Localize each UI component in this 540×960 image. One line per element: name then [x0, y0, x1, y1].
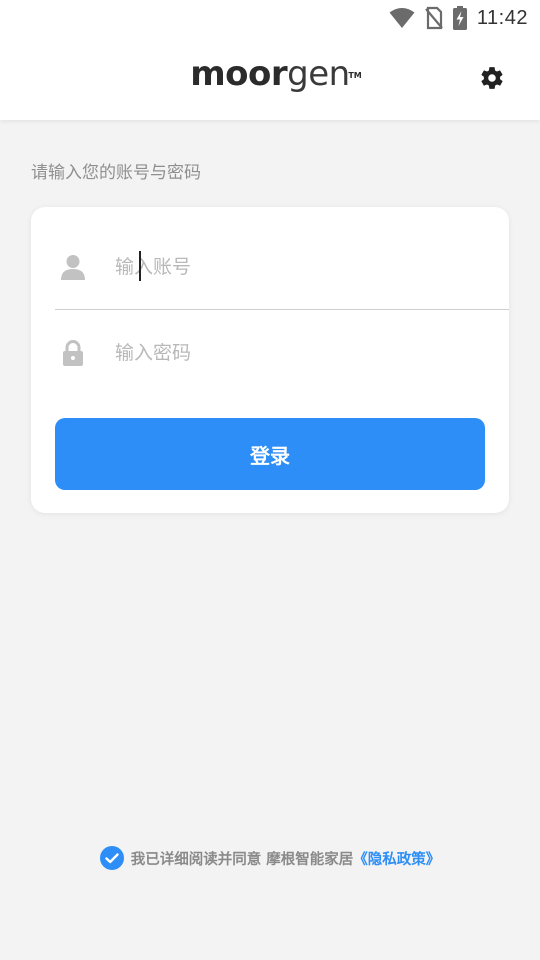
logo-trademark: TM	[348, 71, 362, 80]
privacy-policy-link[interactable]: 《隐私政策》	[353, 848, 440, 869]
text-cursor	[139, 251, 141, 281]
login-button[interactable]: 登录	[55, 418, 485, 490]
field-divider	[55, 309, 509, 310]
status-icons: 11:42	[389, 4, 528, 32]
app-header: moorgen TM	[0, 36, 540, 120]
password-row	[55, 325, 509, 381]
agreement-text: 我已详细阅读并同意	[130, 851, 262, 868]
battery-charging-icon	[452, 6, 467, 30]
login-card: 登录	[31, 207, 509, 513]
logo-text-bold: moor	[190, 54, 288, 94]
status-time: 11:42	[476, 6, 528, 29]
agreement-checkbox[interactable]	[99, 846, 124, 870]
user-icon	[55, 249, 91, 285]
account-row	[55, 239, 509, 295]
account-input[interactable]	[115, 256, 455, 278]
lock-icon	[55, 335, 91, 371]
wifi-icon	[389, 7, 415, 29]
no-sim-icon	[425, 6, 443, 30]
status-bar: 11:42	[0, 0, 540, 36]
logo-text-light: gen	[287, 54, 350, 94]
company-name: 摩根智能家居	[266, 851, 354, 868]
privacy-agreement: 我已详细阅读并同意 摩根智能家居 《隐私政策》	[0, 845, 540, 871]
moorgen-logo: moorgen TM	[190, 54, 361, 94]
login-hint: 请输入您的账号与密码	[31, 163, 201, 183]
logo: moorgen TM	[0, 54, 540, 94]
settings-button[interactable]	[478, 66, 506, 94]
gear-icon	[479, 65, 505, 95]
password-input[interactable]	[115, 342, 455, 364]
check-icon	[105, 852, 119, 863]
